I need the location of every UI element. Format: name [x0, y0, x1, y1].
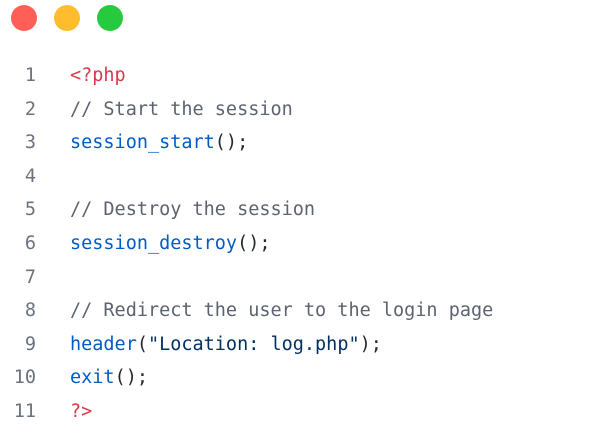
code-line: 10 exit(); [0, 361, 597, 395]
line-number: 11 [13, 400, 36, 422]
code-line: 6 session_destroy(); [0, 227, 597, 261]
code-token-fn: header [70, 333, 137, 355]
code-token-comment: // Start the session [70, 98, 293, 120]
code-token-tag: <?php [70, 65, 126, 86]
line-number: 7 [24, 266, 36, 288]
code-token-punct: ); [359, 333, 382, 355]
code-token-punct: (); [214, 132, 249, 154]
code-token-fn: session_start [70, 132, 215, 154]
code-token-comment: // Destroy the session [70, 199, 316, 221]
code-block: 1 <?php 2 // Start the session 3 session_star… [0, 59, 597, 429]
line-number: 6 [24, 232, 36, 254]
code-text: session_start(); [70, 126, 248, 160]
line-number: 5 [24, 199, 36, 221]
line-number: 9 [24, 333, 36, 355]
line-number: 8 [24, 300, 36, 322]
code-line: 7 [0, 261, 597, 295]
line-number: 10 [13, 367, 36, 389]
code-text: // Destroy the session [70, 193, 315, 227]
code-line: 4 [0, 160, 597, 194]
code-text: exit(); [70, 361, 148, 395]
line-number: 1 [24, 65, 36, 86]
code-line: 11 ?> [0, 395, 597, 429]
close-window-button[interactable] [11, 5, 37, 31]
code-text: header("Location: log.php"); [70, 328, 382, 362]
code-line: 9 header("Location: log.php"); [0, 328, 597, 362]
zoom-window-button[interactable] [97, 5, 123, 31]
code-line: 8 // Redirect the user to the login page [0, 294, 597, 328]
code-token-tag: ?> [70, 400, 93, 422]
line-number: 2 [24, 98, 36, 120]
code-token-punct: ( [136, 333, 148, 355]
code-line: 3 session_start(); [0, 126, 597, 160]
code-text: <?php [70, 59, 126, 93]
line-number: 4 [24, 165, 36, 187]
code-text: // Redirect the user to the login page [70, 294, 493, 328]
code-line: 2 // Start the session [0, 93, 597, 127]
code-text: ?> [70, 395, 92, 429]
code-text: // Start the session [70, 93, 293, 127]
code-token-string: "Location: log.php" [147, 333, 360, 355]
minimize-window-button[interactable] [54, 5, 80, 31]
code-token-fn: exit [70, 367, 115, 389]
line-number: 3 [24, 132, 36, 154]
code-window: 1 <?php 2 // Start the session 3 session_star… [0, 0, 597, 430]
code-line: 1 <?php [0, 59, 597, 93]
code-token-punct: (); [114, 367, 148, 389]
code-token-comment: // Redirect the user to the login page [70, 300, 494, 322]
code-line: 5 // Destroy the session [0, 193, 597, 227]
code-token-punct: (); [237, 232, 271, 254]
window-titlebar [0, 0, 597, 40]
code-token-fn: session_destroy [70, 232, 238, 254]
code-text: session_destroy(); [70, 227, 271, 261]
